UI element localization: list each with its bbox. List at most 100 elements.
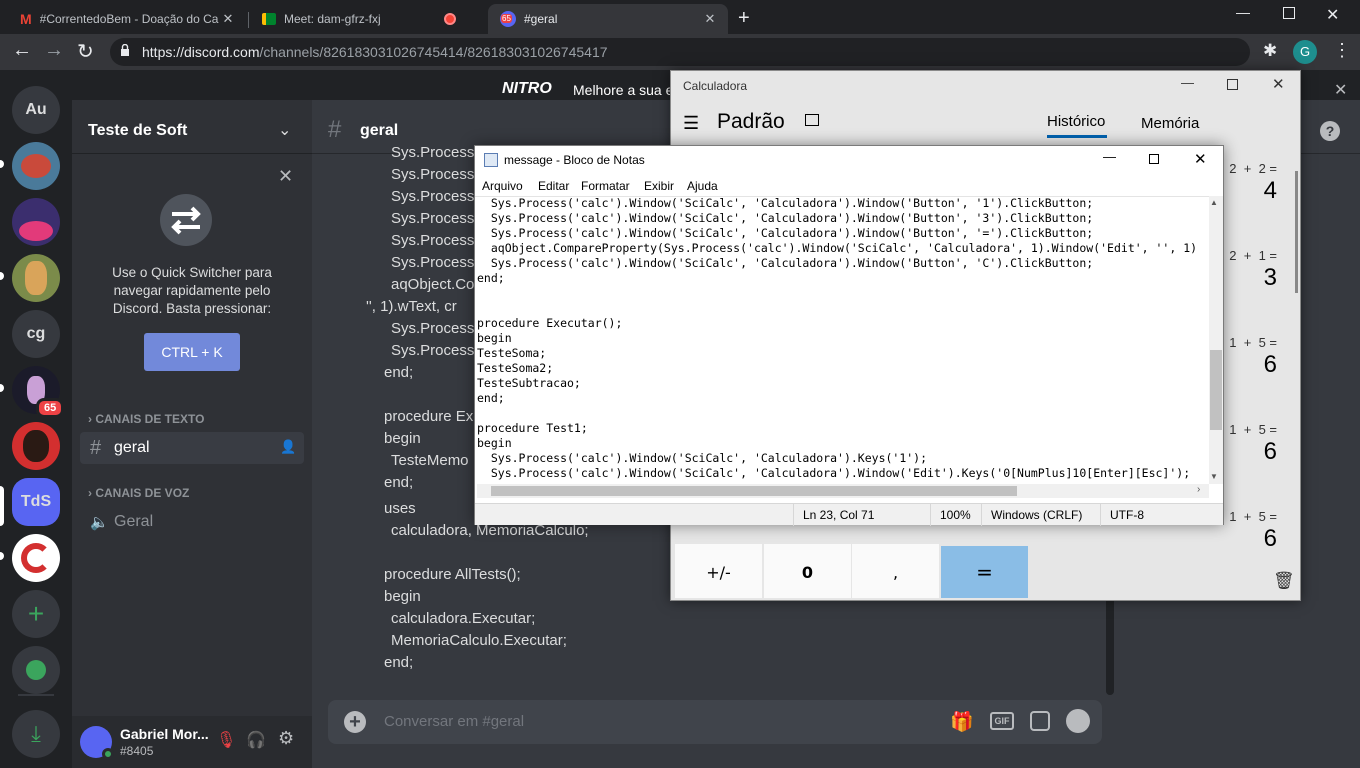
- history-expression[interactable]: 1 + 5 =: [1229, 335, 1277, 350]
- new-tab-button[interactable]: +: [738, 7, 750, 30]
- calc-key-equals[interactable]: =: [941, 546, 1028, 598]
- keep-on-top-icon[interactable]: [805, 114, 819, 126]
- voice-channels-category[interactable]: › CANAIS DE VOZ: [88, 486, 189, 500]
- tab-memory[interactable]: Memória: [1141, 115, 1199, 132]
- profile-avatar[interactable]: G: [1293, 40, 1317, 64]
- calc-key-negate[interactable]: +/-: [675, 546, 762, 598]
- minimize-icon[interactable]: —: [1103, 149, 1116, 164]
- server-tds[interactable]: TdS: [12, 478, 60, 526]
- history-expression[interactable]: 1 + 5 =: [1229, 509, 1277, 524]
- server-avatar-6[interactable]: [12, 534, 60, 582]
- explore-servers-button[interactable]: [12, 646, 60, 694]
- muted-mic-icon[interactable]: 🎙: [216, 730, 236, 750]
- maximize-icon[interactable]: [1149, 154, 1159, 164]
- encoding: UTF-8: [1110, 508, 1144, 522]
- browser-tab-gmail[interactable]: M #CorrentedoBem - Doação do Ca ✕: [8, 4, 246, 34]
- browser-tab-discord[interactable]: 65 #geral ✕: [488, 4, 728, 34]
- scrollbar[interactable]: [1295, 171, 1298, 293]
- history-result[interactable]: 6: [1264, 351, 1277, 379]
- browser-tab-meet[interactable]: Meet: dam-gfrz-fxj: [250, 4, 486, 34]
- window-title: message - Bloco de Notas: [504, 153, 645, 167]
- scrollbar-thumb[interactable]: [491, 486, 1017, 496]
- text-editor[interactable]: Sys.Process('calc').Window('SciCalc', 'C…: [477, 196, 1209, 482]
- tab-history[interactable]: Histórico: [1047, 113, 1107, 138]
- calc-key-decimal[interactable]: ,: [852, 546, 939, 598]
- scroll-up-icon[interactable]: ▲: [1210, 198, 1218, 207]
- close-window-icon[interactable]: ✕: [1326, 5, 1339, 25]
- history-result[interactable]: 4: [1264, 177, 1277, 205]
- emoji-icon[interactable]: [1066, 709, 1090, 733]
- server-cg[interactable]: cg: [12, 310, 60, 358]
- forward-icon[interactable]: →: [44, 39, 64, 62]
- add-attachment-icon[interactable]: +: [344, 711, 366, 733]
- close-icon[interactable]: ✕: [702, 11, 718, 27]
- address-bar[interactable]: https://discord.com/channels/82618303102…: [110, 38, 1250, 66]
- headphones-icon[interactable]: 🎧: [246, 730, 266, 750]
- code-line: begin: [384, 430, 421, 447]
- close-icon[interactable]: ✕: [1194, 150, 1207, 168]
- history-expression[interactable]: 1 + 5 =: [1229, 422, 1277, 437]
- server-avatar-2[interactable]: [12, 198, 60, 246]
- help-icon[interactable]: ?: [1320, 121, 1340, 141]
- trash-icon[interactable]: 🗑: [1273, 571, 1295, 591]
- message-composer[interactable]: + Conversar em #geral 🎁 GIF: [328, 700, 1102, 744]
- history-expression[interactable]: 2 + 2 =: [1229, 161, 1277, 176]
- gear-icon[interactable]: ⚙: [278, 728, 294, 749]
- server-avatar-5[interactable]: [12, 422, 60, 470]
- menu-arquivo[interactable]: Arquivo: [482, 179, 523, 193]
- menu-formatar[interactable]: Formatar: [581, 179, 630, 193]
- gif-icon[interactable]: GIF: [990, 712, 1014, 730]
- text-channels-category[interactable]: › CANAIS DE TEXTO: [88, 412, 204, 426]
- server-header[interactable]: Teste de Soft ⌄: [72, 108, 312, 154]
- tab-separator: [248, 12, 249, 28]
- menu-exibir[interactable]: Exibir: [644, 179, 674, 193]
- minimize-icon[interactable]: —: [1181, 75, 1194, 90]
- voice-channel-geral[interactable]: 🔈 Geral: [80, 506, 304, 538]
- hamburger-menu-icon[interactable]: ☰: [683, 113, 699, 134]
- maximize-icon[interactable]: [1227, 79, 1238, 90]
- avatar[interactable]: [80, 726, 114, 760]
- extensions-icon[interactable]: ✱: [1263, 41, 1277, 61]
- editor-line: end;: [477, 271, 505, 285]
- message-input[interactable]: Conversar em #geral: [384, 713, 524, 730]
- quick-switcher-icon: [156, 190, 216, 250]
- history-expression[interactable]: 2 + 1 =: [1229, 248, 1277, 263]
- scroll-down-icon[interactable]: ▼: [1210, 472, 1218, 481]
- menu-editar[interactable]: Editar: [538, 179, 569, 193]
- browser-toolbar: ← → ↻ https://discord.com/channels/82618…: [0, 34, 1360, 70]
- ctrl-k-button[interactable]: CTRL + K: [144, 333, 240, 371]
- restore-icon[interactable]: [1283, 7, 1295, 19]
- server-avatar-3[interactable]: [12, 254, 60, 302]
- sticker-icon[interactable]: [1030, 711, 1050, 731]
- scroll-right-icon[interactable]: ›: [1197, 484, 1200, 495]
- code-line: aqObject.Co: [391, 276, 475, 293]
- minimize-icon[interactable]: —: [1236, 4, 1250, 20]
- editor-line: procedure Test1;: [477, 421, 588, 435]
- back-icon[interactable]: ←: [12, 39, 32, 62]
- reload-icon[interactable]: ↻: [77, 39, 94, 64]
- server-avatar-1[interactable]: [12, 142, 60, 190]
- code-line: Sys.Process(: [391, 210, 480, 227]
- history-result[interactable]: 6: [1264, 438, 1277, 466]
- calc-key-0[interactable]: 0: [764, 546, 851, 598]
- horizontal-scrollbar[interactable]: ›: [477, 484, 1209, 498]
- close-banner-icon[interactable]: ✕: [1334, 80, 1347, 100]
- server-name: Teste de Soft: [88, 122, 188, 139]
- menu-ajuda[interactable]: Ajuda: [687, 179, 718, 193]
- close-icon[interactable]: ✕: [278, 166, 293, 187]
- invite-icon[interactable]: 👤: [280, 439, 296, 455]
- close-icon[interactable]: ✕: [220, 11, 236, 27]
- history-result[interactable]: 3: [1264, 264, 1277, 292]
- vertical-scrollbar[interactable]: ▲ ▼: [1209, 196, 1223, 484]
- close-icon[interactable]: ✕: [1272, 75, 1285, 93]
- add-server-button[interactable]: +: [12, 590, 60, 638]
- history-result[interactable]: 6: [1264, 525, 1277, 553]
- scrollbar-thumb[interactable]: [1210, 350, 1222, 430]
- server-au[interactable]: Au: [12, 86, 60, 134]
- window-title: Calculadora: [683, 79, 748, 93]
- download-apps-button[interactable]: ⤓: [12, 710, 60, 758]
- gift-icon[interactable]: 🎁: [950, 710, 974, 734]
- channel-geral[interactable]: # geral 👤: [80, 432, 304, 464]
- browser-menu-icon[interactable]: ⋮: [1333, 40, 1351, 61]
